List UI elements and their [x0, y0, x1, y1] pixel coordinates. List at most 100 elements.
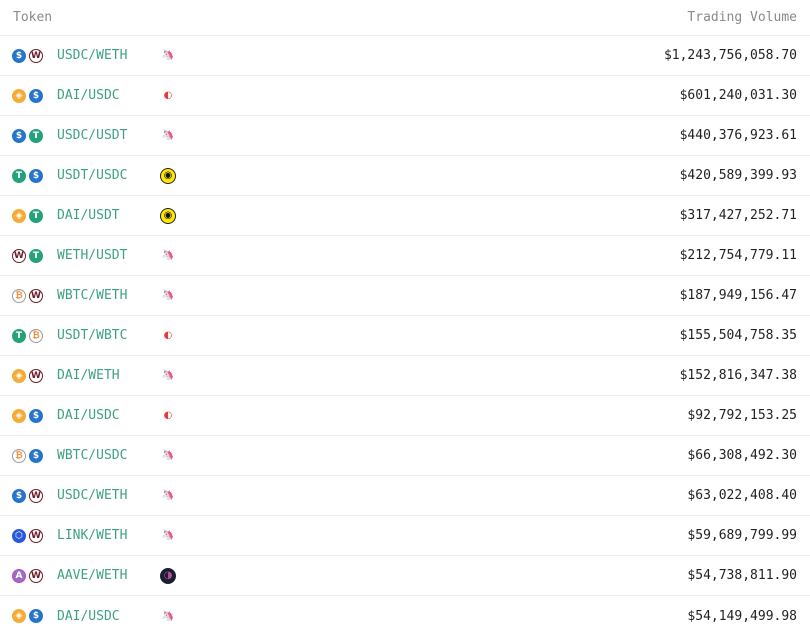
uniswap-dex-icon: 🦄 [160, 608, 176, 624]
trading-volume-value: $440,376,923.61 [679, 128, 797, 143]
aave-token-icon: A [12, 568, 26, 583]
token-pair-link[interactable]: DAI/WETH [57, 368, 160, 383]
token-pair-icons: WT [12, 248, 48, 263]
usdc-token-icon: $ [29, 408, 43, 423]
link-token-icon: ⬡ [12, 528, 26, 543]
wbtc-token-icon: ₿ [12, 288, 26, 303]
token-pair-link[interactable]: DAI/USDC [57, 609, 160, 624]
table-row[interactable]: ⬡ W LINK/WETH 🦄 $59,689,799.99 [0, 516, 810, 556]
token-pair-link[interactable]: WETH/USDT [57, 248, 160, 263]
wbtc-token-icon: ₿ [12, 448, 26, 463]
table-row[interactable]: ◈ $ DAI/USDC ◐ $92,792,153.25 [0, 396, 810, 436]
trading-volume-value: $54,149,499.98 [687, 608, 797, 624]
dai-token-icon: ◈ [12, 408, 26, 423]
token-pair-icons: $ W [12, 48, 48, 63]
usdt-token-icon: T [29, 248, 43, 263]
token-pair-icons: ◈ T [12, 208, 48, 223]
table-row[interactable]: ◈ $ DAI/USDC 🦄 $54,149,499.98 [0, 596, 810, 636]
usdc-token-icon: $ [29, 88, 43, 103]
usdt-token-icon: T [12, 168, 26, 183]
curve-dex-icon: ◐ [160, 327, 176, 344]
dodo-dex-icon: ◉ [160, 167, 176, 184]
uniswap-dex-icon: 🦄 [160, 527, 176, 544]
token-pair-icons: ◈ W [12, 368, 48, 383]
dai-token-icon: ◈ [12, 88, 26, 103]
dai-token-icon: ◈ [12, 208, 26, 223]
table-row[interactable]: ◈ T DAI/USDT ◉ $317,427,252.71 [0, 196, 810, 236]
token-pair-link[interactable]: USDT/WBTC [57, 328, 160, 343]
table-row[interactable]: ₿ $ WBTC/USDC 🦄 $66,308,492.30 [0, 436, 810, 476]
weth-token-icon: W [29, 288, 43, 303]
token-pair-link[interactable]: USDC/WETH [57, 488, 160, 503]
token-pair-link[interactable]: DAI/USDT [57, 208, 160, 223]
table-row[interactable]: W T WETH/USDT 🦄 $212,754,779.11 [0, 236, 810, 276]
uniswap-dex-icon: 🦄 [160, 447, 176, 464]
token-column-header: Token [13, 10, 53, 25]
table-row[interactable]: ₿ W WBTC/WETH 🦄 $187,949,156.47 [0, 276, 810, 316]
trading-volume-value: $155,504,758.35 [679, 328, 797, 343]
trading-volume-value: $54,738,811.90 [687, 568, 797, 583]
table-row[interactable]: $ W USDC/WETH 🦄 $1,243,756,058.70 [0, 36, 810, 76]
table-header: Token Trading Volume [0, 0, 810, 36]
curve-dex-icon: ◐ [160, 87, 176, 104]
trading-volume-column-header[interactable]: Trading Volume [687, 10, 810, 25]
uniswap-dex-icon: 🦄 [160, 47, 176, 64]
table-row[interactable]: $ W USDC/WETH 🦄 $63,022,408.40 [0, 476, 810, 516]
trading-volume-value: $317,427,252.71 [679, 208, 797, 223]
token-pair-link[interactable]: LINK/WETH [57, 528, 160, 543]
token-pair-icons: ◈ $ [12, 408, 48, 423]
uniswap-dex-icon: 🦄 [160, 487, 176, 504]
table-row[interactable]: T $ USDT/USDC ◉ $420,589,399.93 [0, 156, 810, 196]
token-pair-icons: ◈ $ [12, 609, 48, 623]
trading-volume-value: $1,243,756,058.70 [663, 48, 797, 63]
trading-volume-value: $92,792,153.25 [687, 408, 797, 423]
token-pair-icons: AW [12, 568, 48, 583]
usdc-token-icon: $ [29, 448, 43, 463]
token-pair-icons: T $ [12, 168, 48, 183]
usdc-token-icon: $ [12, 488, 26, 503]
token-pair-link[interactable]: WBTC/WETH [57, 288, 160, 303]
usdc-token-icon: $ [12, 48, 26, 63]
dai-token-icon: ◈ [12, 609, 26, 623]
weth-token-icon: W [29, 368, 43, 383]
token-pair-link[interactable]: DAI/USDC [57, 408, 160, 423]
token-pair-link[interactable]: AAVE/WETH [57, 568, 160, 583]
token-pair-icons: $ T [12, 128, 48, 143]
token-pair-link[interactable]: USDT/USDC [57, 168, 160, 183]
trading-volume-value: $59,689,799.99 [687, 528, 797, 543]
dai-token-icon: ◈ [12, 368, 26, 383]
trading-volume-value: $152,816,347.38 [679, 368, 797, 383]
token-pair-icons: ₿ W [12, 288, 48, 303]
token-pair-icons: ◈ $ [12, 88, 48, 103]
curve-dex-icon: ◐ [160, 407, 176, 424]
dodo-dex-icon: ◉ [160, 207, 176, 224]
trading-volume-value: $212,754,779.11 [679, 248, 797, 263]
wbtc-token-icon: ₿ [29, 328, 43, 343]
table-row[interactable]: ◈ $ DAI/USDC ◐ $601,240,031.30 [0, 76, 810, 116]
table-row[interactable]: T ₿ USDT/WBTC ◐ $155,504,758.35 [0, 316, 810, 356]
token-pair-link[interactable]: USDC/WETH [57, 48, 160, 63]
trading-volume-value: $187,949,156.47 [679, 288, 797, 303]
table-row[interactable]: A W AAVE/WETH ◑ $54,738,811.90 [0, 556, 810, 596]
token-pair-link[interactable]: USDC/USDT [57, 128, 160, 143]
token-pair-link[interactable]: DAI/USDC [57, 88, 160, 103]
table-row[interactable]: ◈ W DAI/WETH 🦄 $152,816,347.38 [0, 356, 810, 396]
trading-volume-value: $66,308,492.30 [687, 448, 797, 463]
uniswap-dex-icon: 🦄 [160, 287, 176, 304]
usdc-token-icon: $ [12, 128, 26, 143]
table-row[interactable]: $ T USDC/USDT 🦄 $440,376,923.61 [0, 116, 810, 156]
trading-volume-value: $420,589,399.93 [679, 168, 797, 183]
token-pair-icons: ₿ $ [12, 448, 48, 463]
weth-token-icon: W [29, 488, 43, 503]
usdc-token-icon: $ [29, 168, 43, 183]
token-pair-icons: ⬡ W [12, 528, 48, 543]
uniswap-dex-icon: 🦄 [160, 247, 176, 264]
trading-volume-value: $601,240,031.30 [679, 88, 797, 103]
usdt-token-icon: T [29, 208, 43, 223]
uniswap-dex-icon: 🦄 [160, 127, 176, 144]
token-pair-icons: T ₿ [12, 328, 48, 343]
table-body: $ W USDC/WETH 🦄 $1,243,756,058.70 ◈ $ DAI/USDC ◐… [0, 36, 810, 636]
token-pair-link[interactable]: WBTC/USDC [57, 448, 160, 463]
usdc-token-icon: $ [29, 609, 43, 623]
aave-dex-dex-icon: ◑ [160, 567, 176, 584]
